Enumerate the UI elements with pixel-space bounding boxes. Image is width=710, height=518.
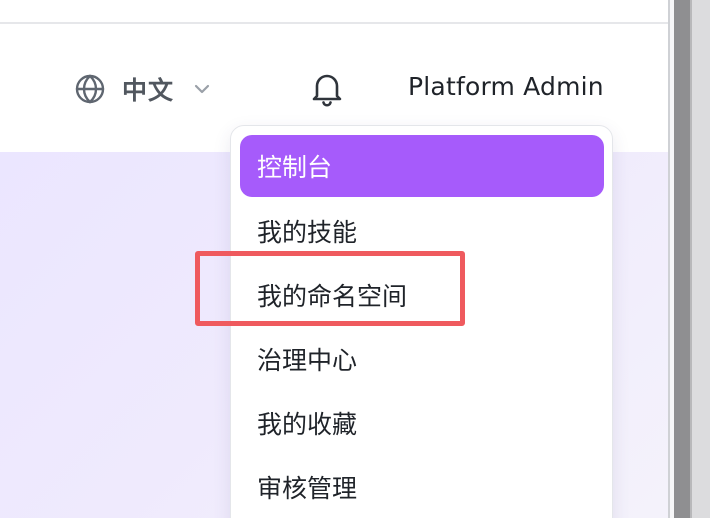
bell-icon — [312, 74, 342, 107]
menu-item-governance-center[interactable]: 治理中心 — [240, 328, 604, 390]
scrollbar-thumb[interactable] — [674, 0, 690, 518]
window-edge-line — [690, 0, 692, 518]
menu-item-my-namespaces[interactable]: 我的命名空间 — [240, 264, 604, 326]
chevron-down-icon — [194, 84, 210, 94]
language-switcher[interactable]: 中文 — [74, 70, 212, 108]
menu-item-review-management[interactable]: 审核管理 — [240, 456, 604, 518]
scrollbar-divider — [668, 0, 670, 518]
menu-item-console[interactable]: 控制台 — [240, 135, 604, 197]
user-menu-trigger[interactable]: Platform Admin — [408, 72, 604, 101]
globe-icon — [75, 74, 105, 104]
language-label: 中文 — [122, 76, 175, 105]
user-dropdown-menu: 控制台 我的技能 我的命名空间 治理中心 我的收藏 审核管理 — [230, 125, 613, 518]
header-divider — [0, 22, 668, 24]
window-edge — [690, 0, 710, 518]
menu-item-my-skills[interactable]: 我的技能 — [240, 200, 604, 262]
menu-item-my-favorites[interactable]: 我的收藏 — [240, 392, 604, 454]
notifications-button[interactable] — [306, 67, 348, 109]
